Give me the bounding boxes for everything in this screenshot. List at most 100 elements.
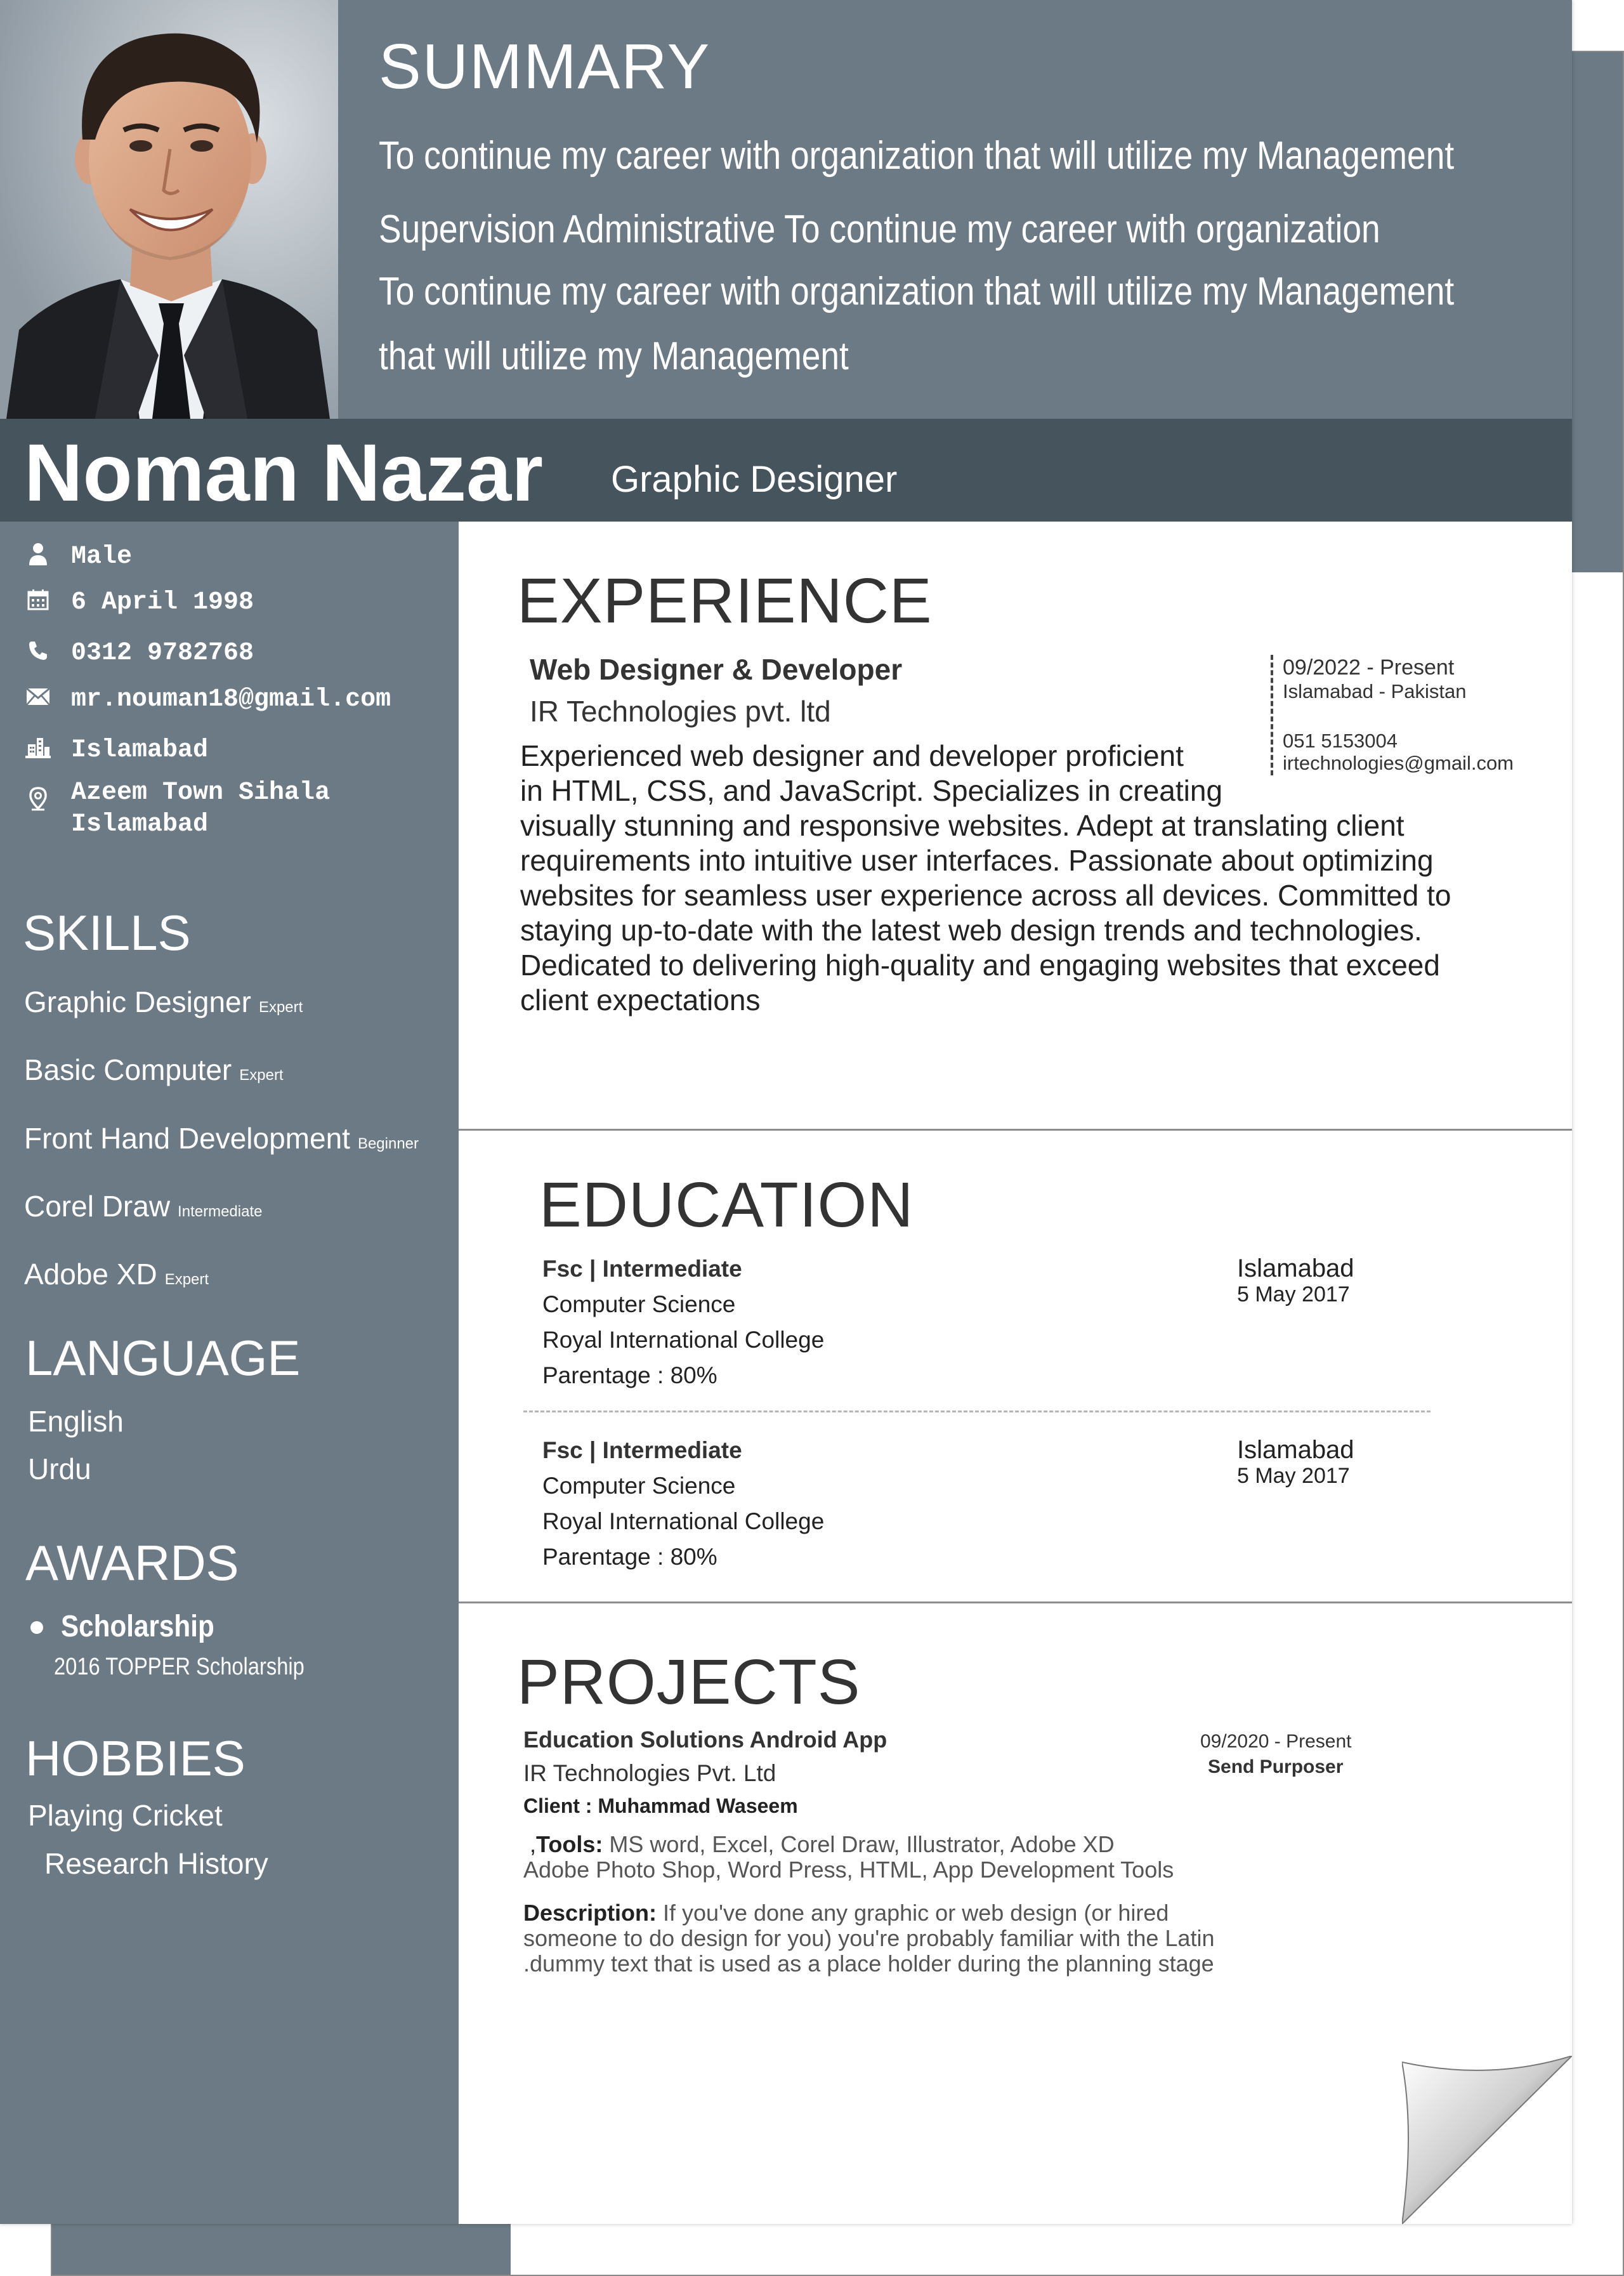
phone-value: 0312 9782768: [71, 639, 254, 668]
tools-label: Tools:: [536, 1831, 603, 1857]
skill-level: Expert: [164, 1271, 209, 1288]
award-detail: 2016 TOPPER Scholarship: [54, 1654, 304, 1680]
education-institute: Royal International College: [542, 1508, 825, 1534]
page-curl-icon: [1402, 2056, 1572, 2224]
person-icon: [25, 541, 51, 567]
address-value: Azeem Town Sihala Islamabad: [71, 779, 331, 839]
skill-name: Corel Draw: [24, 1190, 171, 1223]
skill-level: Expert: [239, 1067, 284, 1084]
experience-description-line: Dedicated to delivering high-quality and…: [520, 949, 1440, 982]
hobby-item: Research History: [44, 1847, 268, 1880]
summary-title: SUMMARY: [379, 31, 711, 102]
language-title: LANGUAGE: [25, 1330, 301, 1386]
language-item: English: [28, 1405, 124, 1438]
project-description-line: someone to do design for you) you're pro…: [523, 1925, 1215, 1951]
info-city: Islamabad: [25, 735, 208, 766]
skill-item: Adobe XD Expert: [24, 1257, 209, 1291]
project-dates: 09/2020 - Present: [1200, 1731, 1352, 1752]
education-degree: Fsc | Intermediate: [542, 1437, 742, 1463]
profile-photo: [0, 0, 338, 419]
experience-description-line: websites for seamless user experience ac…: [520, 879, 1451, 912]
language-item: Urdu: [28, 1452, 91, 1485]
gender-value: Male: [71, 543, 133, 571]
tools-line: MS word, Excel, Corel Draw, Illustrator,…: [603, 1831, 1115, 1857]
summary-line: To continue my career with organization …: [379, 270, 1455, 313]
info-phone: 0312 9782768: [25, 638, 254, 669]
skill-name: Adobe XD: [24, 1258, 157, 1291]
skill-level: Beginner: [357, 1135, 419, 1152]
skill-name: Basic Computer: [24, 1053, 232, 1086]
project-company: IR Technologies Pvt. Ltd: [523, 1760, 776, 1786]
experience-description-line: Experienced web designer and developer p…: [520, 739, 1184, 772]
skill-item: Basic Computer Expert: [24, 1053, 284, 1087]
skill-level: Expert: [258, 999, 303, 1016]
city-value: Islamabad: [71, 736, 209, 765]
description-label: Description:: [523, 1900, 657, 1926]
summary-line: Supervision Administrative To continue m…: [379, 207, 1380, 251]
project-status: Send Purposer: [1208, 1756, 1344, 1777]
awards-title: AWARDS: [25, 1535, 239, 1591]
background-page-back-sidebar: [52, 2224, 511, 2275]
birthdate-value: 6 April 1998: [71, 588, 254, 617]
hobbies-title: HOBBIES: [25, 1730, 246, 1786]
education-grade: Parentage : 80%: [542, 1362, 717, 1388]
skills-title: SKILLS: [23, 905, 191, 961]
skill-level: Intermediate: [178, 1203, 263, 1220]
experience-dates: 09/2022 - Present: [1283, 655, 1455, 680]
experience-location: Islamabad - Pakistan: [1283, 680, 1467, 702]
project-description-line: .dummy text that is used as a place hold…: [523, 1950, 1214, 1977]
education-city: Islamabad: [1237, 1436, 1354, 1464]
education-grade: Parentage : 80%: [542, 1544, 717, 1570]
project-description: Description: If you've done any graphic …: [523, 1900, 1169, 1926]
location-pin-icon: [25, 786, 51, 812]
project-tools-line: Adobe Photo Shop, Word Press, HTML, App …: [523, 1857, 1174, 1883]
info-address: Azeem Town Sihala Islamabad: [25, 777, 330, 841]
city-icon: [25, 735, 51, 760]
projects-title: PROJECTS: [517, 1647, 861, 1718]
education-field: Computer Science: [542, 1291, 736, 1317]
bullet-icon: [30, 1621, 43, 1634]
education-field: Computer Science: [542, 1473, 736, 1499]
tools-prefix: ,: [530, 1831, 537, 1857]
experience-description-line: in HTML, CSS, and JavaScript. Specialize…: [520, 774, 1223, 807]
education-date: 5 May 2017: [1237, 1282, 1350, 1306]
description-line: If you've done any graphic or web design…: [657, 1900, 1169, 1926]
experience-description-line: requirements into intuitive user interfa…: [520, 844, 1434, 877]
education-degree: Fsc | Intermediate: [542, 1256, 742, 1282]
section-divider: [459, 1129, 1572, 1131]
project-client: Client : Muhammad Waseem: [523, 1794, 798, 1817]
project-name: Education Solutions Android App: [523, 1727, 887, 1753]
info-email: mr.nouman18@gmail.com: [25, 684, 391, 716]
skill-name: Front Hand Development: [24, 1122, 350, 1155]
section-divider: [459, 1602, 1572, 1603]
education-date: 5 May 2017: [1237, 1464, 1350, 1488]
hobby-item: Playing Cricket: [28, 1799, 223, 1832]
experience-meta-divider: [1271, 655, 1273, 775]
info-gender: Male: [25, 541, 132, 573]
phone-icon: [25, 638, 51, 663]
education-title: EDUCATION: [539, 1169, 914, 1240]
experience-email: irtechnologies@gmail.com: [1283, 752, 1514, 774]
experience-description-line: client expectations: [520, 983, 761, 1016]
skill-name: Graphic Designer: [24, 985, 251, 1018]
experience-title: EXPERIENCE: [517, 565, 933, 636]
background-page-back-band: [1572, 52, 1623, 572]
email-value: mr.nouman18@gmail.com: [71, 685, 391, 714]
experience-phone: 051 5153004: [1283, 730, 1398, 752]
job-title: Graphic Designer: [611, 459, 898, 500]
summary-line: that will utilize my Management: [379, 334, 849, 378]
experience-description-line: staying up-to-date with the latest web d…: [520, 914, 1422, 947]
skill-item: Corel Draw Intermediate: [24, 1189, 262, 1223]
info-birthdate: 6 April 1998: [25, 587, 254, 619]
education-entry-divider: [523, 1411, 1431, 1412]
education-city: Islamabad: [1237, 1254, 1354, 1282]
skill-item: Graphic Designer Expert: [24, 985, 303, 1019]
award-name: Scholarship: [61, 1610, 214, 1643]
skill-item: Front Hand Development Beginner: [24, 1121, 419, 1155]
resume-page: SUMMARY To continue my career with organ…: [0, 0, 1572, 2224]
candidate-name: Noman Nazar: [24, 428, 543, 518]
calendar-icon: [25, 587, 51, 612]
envelope-icon: [25, 684, 51, 709]
experience-description-line: visually stunning and responsive website…: [520, 809, 1405, 842]
experience-role: Web Designer & Developer: [530, 653, 903, 686]
